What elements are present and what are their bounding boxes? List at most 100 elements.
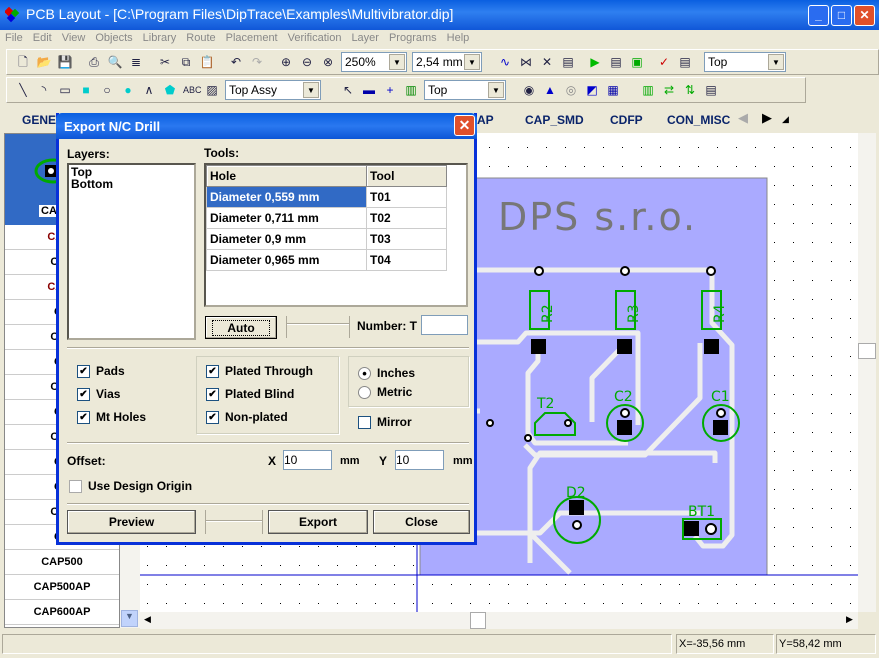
origin-icon[interactable]: + (382, 82, 398, 98)
menu-library[interactable]: Library (138, 30, 182, 46)
route-icon[interactable]: ∿ (497, 54, 513, 70)
scroll-down-icon[interactable]: ▼ (121, 610, 138, 627)
tools-table[interactable]: Hole Tool Diameter 0,559 mm T01 Diameter 0,… (204, 163, 468, 307)
use-design-origin-checkbox[interactable]: Use Design Origin (69, 479, 192, 494)
tab-scroll-left-icon[interactable]: ◀ (738, 110, 748, 126)
checkbox-non-plated[interactable]: ✔ Non-plated (206, 410, 338, 433)
menu-help[interactable]: Help (442, 30, 475, 46)
open-icon[interactable]: 📂 (36, 54, 52, 70)
filled-rectangle-icon[interactable]: ■ (78, 82, 94, 98)
maximize-button[interactable]: □ (831, 5, 852, 26)
checkbox-icon[interactable]: ✔ (206, 365, 219, 379)
zoom-select[interactable]: 250% ▼ (341, 52, 407, 72)
place-component-icon[interactable]: ▥ (640, 82, 656, 98)
dimension-icon[interactable]: ▬ (361, 82, 377, 98)
tab-menu-icon[interactable]: ◢ (782, 114, 789, 125)
grid-select[interactable]: 2,54 mm ▼ (412, 52, 482, 72)
offset-y-input[interactable] (395, 450, 444, 470)
run-autorouter-icon[interactable]: ▶ (587, 54, 603, 70)
rotate-icon[interactable]: ⇅ (682, 82, 698, 98)
auto-button[interactable]: Auto (205, 316, 277, 339)
menu-layer[interactable]: Layer (346, 30, 384, 46)
table-icon[interactable]: ▦ (605, 82, 621, 98)
menu-programs[interactable]: Programs (384, 30, 442, 46)
assy-layer-select[interactable]: Top Assy ▼ (225, 80, 321, 100)
checkbox-plated-blind[interactable]: ✔ Plated Blind (206, 387, 338, 410)
unit-radio-metric[interactable]: Metric (358, 385, 468, 404)
report-icon[interactable]: ≣ (128, 54, 144, 70)
drc-settings-icon[interactable]: ▤ (677, 54, 693, 70)
use-design-origin-check[interactable] (69, 480, 82, 494)
close-window-button[interactable]: ✕ (854, 5, 875, 26)
component-list-icon[interactable]: ▤ (703, 82, 719, 98)
tab-cdfp[interactable]: CDFP (610, 113, 643, 127)
polygon-icon[interactable]: ⬟ (162, 82, 178, 98)
swap-icon[interactable]: ⇄ (661, 82, 677, 98)
export-button[interactable]: Export (268, 510, 368, 534)
copy-icon[interactable]: ⧉ (178, 54, 194, 70)
dialog-close-button[interactable]: ✕ (454, 115, 475, 136)
print-preview-icon[interactable]: 🔍 (107, 54, 123, 70)
checkbox-pads[interactable]: ✔ Pads (77, 364, 146, 387)
checkbox-icon[interactable]: ✔ (206, 388, 219, 402)
scroll-right-icon[interactable]: ▶ (846, 614, 853, 625)
component-list-item[interactable]: CAP600AP (5, 600, 119, 625)
net-report-icon[interactable]: ▤ (560, 54, 576, 70)
image-icon[interactable]: ▨ (204, 82, 220, 98)
hole-icon[interactable]: ◎ (563, 82, 579, 98)
menu-verification[interactable]: Verification (283, 30, 347, 46)
filled-ellipse-icon[interactable]: ● (120, 82, 136, 98)
tab-scroll-right-icon[interactable]: ▶ (762, 110, 772, 126)
menu-edit[interactable]: Edit (28, 30, 57, 46)
mirror-checkbox[interactable]: Mirror (358, 415, 412, 430)
tools-table-row[interactable]: Diameter 0,711 mm T02 (206, 207, 447, 229)
component-list-item[interactable]: CAP500AP (5, 575, 119, 600)
tab-cap-smd[interactable]: CAP_SMD (525, 113, 584, 127)
radio-icon[interactable] (358, 386, 371, 400)
radio-icon[interactable]: • (358, 367, 371, 381)
tool-number-input[interactable] (421, 315, 468, 335)
checkbox-icon[interactable]: ✔ (77, 365, 90, 379)
polyline-icon[interactable]: ∧ (141, 82, 157, 98)
route-layer-select[interactable]: Top ▼ (424, 80, 506, 100)
tools-table-row[interactable]: Diameter 0,9 mm T03 (206, 228, 447, 250)
tab-cap[interactable]: AP (477, 113, 494, 127)
menu-objects[interactable]: Objects (90, 30, 137, 46)
save-icon[interactable]: 💾 (57, 54, 73, 70)
scroll-left-icon[interactable]: ◀ (144, 614, 151, 625)
menu-file[interactable]: File (0, 30, 28, 46)
tab-con-misc[interactable]: CON_MISC (667, 113, 730, 127)
print-icon[interactable]: ⎙ (86, 54, 102, 70)
checkbox-icon[interactable]: ✔ (77, 388, 90, 402)
unroute-icon[interactable]: ✕ (539, 54, 555, 70)
component-icon[interactable]: ▥ (403, 82, 419, 98)
copper-pour-icon[interactable]: ▣ (629, 54, 645, 70)
checkbox-vias[interactable]: ✔ Vias (77, 387, 146, 410)
checkbox-plated-through[interactable]: ✔ Plated Through (206, 364, 338, 387)
layer-select[interactable]: Top ▼ (704, 52, 786, 72)
menu-placement[interactable]: Placement (221, 30, 283, 46)
unit-radio-inches[interactable]: • Inches (358, 366, 468, 385)
cut-icon[interactable]: ✂ (157, 54, 173, 70)
vertical-scrollbar[interactable] (858, 133, 876, 612)
tab-general[interactable]: GENE (22, 113, 56, 127)
menu-view[interactable]: View (57, 30, 91, 46)
layers-list[interactable]: Top Bottom (67, 163, 196, 340)
pad-icon[interactable]: ◉ (521, 82, 537, 98)
offset-x-input[interactable] (283, 450, 332, 470)
checkbox-icon[interactable]: ✔ (206, 411, 219, 425)
line-icon[interactable]: ╲ (15, 82, 31, 98)
pour-icon[interactable]: ◩ (584, 82, 600, 98)
menu-route[interactable]: Route (181, 30, 220, 46)
redo-icon[interactable]: ↷ (249, 54, 265, 70)
text-icon[interactable]: ABC (183, 82, 202, 98)
via-icon[interactable]: ▲ (542, 82, 558, 98)
rectangle-icon[interactable]: ▭ (57, 82, 73, 98)
layer-item-bottom[interactable]: Bottom (69, 177, 194, 191)
close-button[interactable]: Close (373, 510, 470, 534)
zoom-fit-icon[interactable]: ⊗ (320, 54, 336, 70)
route-settings-icon[interactable]: ▤ (608, 54, 624, 70)
checkbox-icon[interactable]: ✔ (77, 411, 90, 425)
component-list-item[interactable]: CAP500 (5, 550, 119, 575)
route-manual-icon[interactable]: ⋈ (518, 54, 534, 70)
